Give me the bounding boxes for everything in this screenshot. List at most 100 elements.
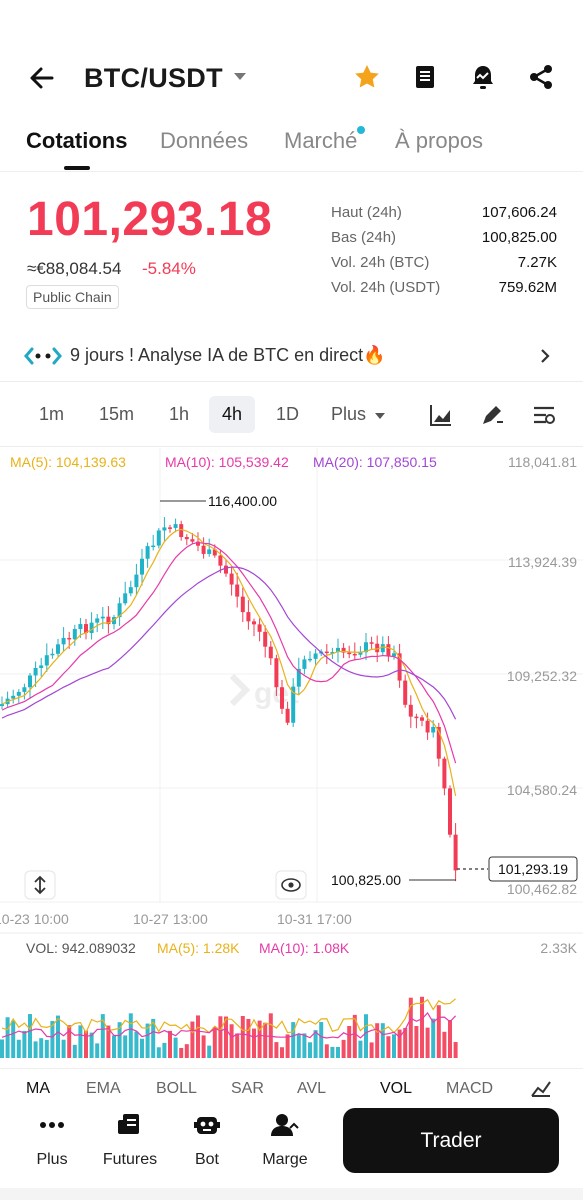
indicator-settings-icon[interactable] [530,1078,552,1098]
ind-avl[interactable]: AVL [297,1080,326,1098]
candle-body [235,584,240,597]
nav-label: Marge [262,1151,308,1168]
candle-body [100,616,105,619]
chart-type-icon[interactable] [428,402,454,428]
volume-bar [168,1030,172,1058]
ind-ma[interactable]: MA [26,1080,50,1098]
candle-body [190,539,195,542]
volume-bar [285,1034,290,1058]
share-icon[interactable] [526,62,556,92]
nav-marge[interactable]: Marge [250,1112,320,1169]
volume-bar [369,1042,374,1058]
chart-settings-icon[interactable] [531,402,557,428]
candle-body [173,524,178,528]
volume-bar [442,1031,447,1058]
candle-body [61,637,66,645]
nav-label: Futures [102,1151,158,1168]
volume-bar [420,996,424,1058]
price-alert-bell-icon[interactable] [468,62,498,92]
candle-body [162,527,167,531]
ind-boll[interactable]: BOLL [156,1080,197,1098]
stat-value-vol-btc: 7.27K [517,254,557,271]
candle-body [56,644,60,654]
volume-bar [246,1018,251,1058]
volume-bar [397,1029,402,1058]
volume-bar [448,1020,452,1058]
candle-body [22,687,27,692]
volume-bar [341,1039,346,1058]
pair-dropdown-icon[interactable] [234,73,246,80]
trader-button[interactable]: Trader [343,1108,559,1173]
tf-15m[interactable]: 15m [99,404,134,425]
candle-body [403,680,408,705]
nav-futures[interactable]: Futures [95,1112,165,1169]
volume-bar [257,1020,262,1058]
volume-bar [39,1038,44,1058]
ai-analysis-banner[interactable]: 9 jours ! Analyse IA de BTC en direct🔥 [0,336,583,376]
ma10-legend: MA(10): 105,539.42 [165,454,289,470]
volume-bar [364,1014,368,1058]
active-tab-underline [64,166,90,170]
candle-body [285,708,290,723]
visibility-eye-icon[interactable] [275,870,307,900]
tf-more-caret-icon[interactable] [375,413,385,419]
candle-body [44,655,49,666]
volume-bar [212,1026,217,1058]
trading-pair[interactable]: BTC/USDT [84,63,223,94]
nav-bot[interactable]: Bot [172,1112,242,1169]
zoom-button[interactable] [24,870,56,900]
tf-4h[interactable]: 4h [209,396,256,433]
y-tick-5: 100,462.82 [507,881,577,897]
x-tick-3: 10-31 17:00 [277,911,352,927]
candle-body [72,629,77,640]
ind-macd[interactable]: MACD [446,1080,493,1098]
price-chart-area[interactable]: MA(5): 104,139.63 MA(10): 105,539.42 MA(… [0,448,583,1063]
candlestick-chart[interactable]: MA(5): 104,139.63 MA(10): 105,539.42 MA(… [0,448,583,1063]
tab-marche[interactable]: Marché [284,128,357,154]
candle-body [33,667,38,676]
volume-bar [89,1032,94,1058]
tf-more[interactable]: Plus [331,404,366,425]
candle-body [156,530,161,546]
candle-body [246,612,251,622]
volume-bar [319,1022,324,1058]
draw-pen-icon[interactable] [479,402,505,428]
candle-body [414,716,419,719]
tf-1m[interactable]: 1m [39,404,64,425]
volume-bar [140,1038,144,1058]
stat-label-vol-usdt: Vol. 24h (USDT) [331,279,441,296]
tab-donnees[interactable]: Données [160,128,248,154]
ind-sar[interactable]: SAR [231,1080,264,1098]
notes-book-icon[interactable] [410,62,440,92]
volume-bar [22,1030,27,1058]
tab-cotations[interactable]: Cotations [26,128,127,154]
nav-label: Plus [36,1151,68,1168]
candle-body [168,527,172,529]
vol-ma5-legend: MA(5): 1.28K [157,940,240,956]
tf-1h[interactable]: 1h [169,404,189,425]
more-dots-icon [40,1122,64,1128]
volume-bar [72,1044,77,1058]
volume-bar [0,1039,4,1058]
volume-bar [330,1046,335,1058]
volume-bar [28,1014,32,1058]
nav-plus[interactable]: Plus [17,1112,87,1169]
tab-a-propos[interactable]: À propos [395,128,483,154]
candle-body [123,593,128,604]
ind-vol[interactable]: VOL [380,1080,412,1098]
public-chain-badge[interactable]: Public Chain [26,285,119,309]
ind-ema[interactable]: EMA [86,1080,121,1098]
tf-1d[interactable]: 1D [276,404,299,425]
volume-ma-lines-group [1,998,457,1039]
system-nav-bar [0,1188,583,1200]
volume-bar [235,1033,240,1058]
ai-live-icon [24,347,62,365]
stat-label-vol-btc: Vol. 24h (BTC) [331,254,430,271]
back-arrow-icon[interactable] [28,64,56,92]
candle-body [16,691,21,696]
candle-body [134,574,139,588]
vol-max-label: 2.33K [540,940,577,956]
ma-lines-group [1,528,457,796]
candle-body [252,621,256,625]
favorite-star-icon[interactable] [352,62,382,92]
